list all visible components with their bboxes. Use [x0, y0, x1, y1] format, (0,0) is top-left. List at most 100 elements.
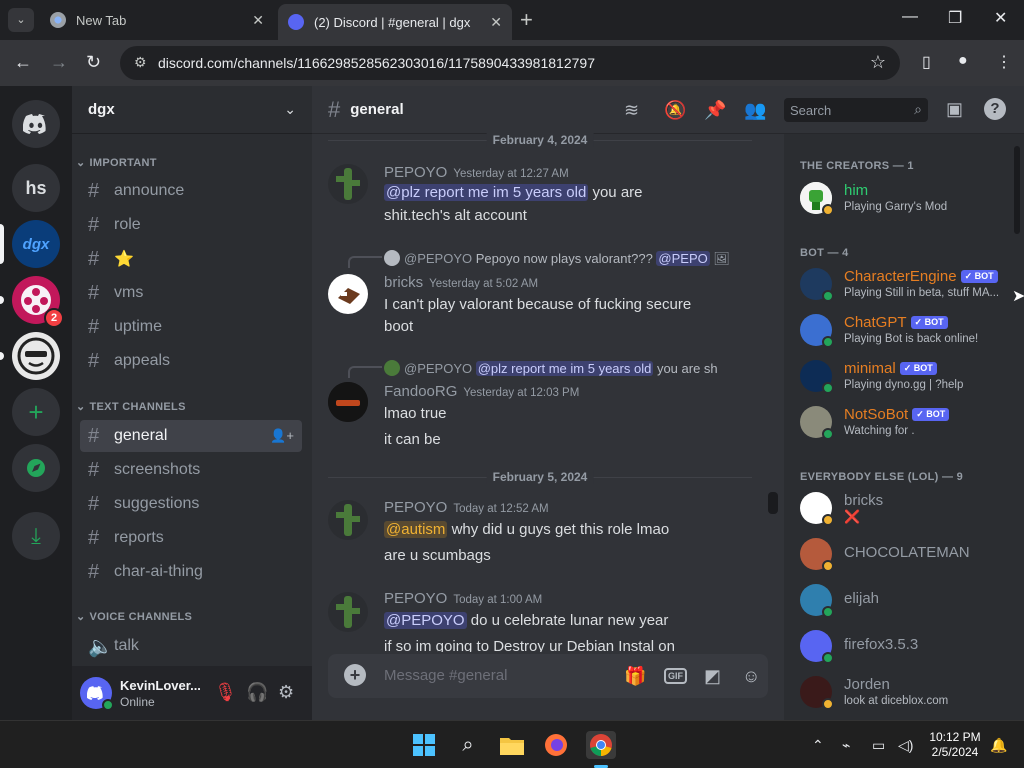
server-film[interactable]: 2: [12, 276, 64, 328]
file-explorer-icon[interactable]: [498, 731, 526, 759]
notification-bell-icon[interactable]: 🔔: [990, 737, 1007, 754]
member-list-icon[interactable]: 👥: [744, 100, 766, 121]
member-name[interactable]: minimal ✓ BOT: [844, 360, 937, 377]
member-name[interactable]: Jorden: [844, 676, 890, 693]
user-mention[interactable]: @plz report me im 5 years old: [384, 184, 589, 201]
avatar[interactable]: [328, 164, 368, 204]
message-author[interactable]: PEPOYO Today at 12:52 AM: [384, 499, 549, 516]
close-window-icon[interactable]: ✕: [994, 8, 1007, 28]
guild-header[interactable]: dgx ⌄: [72, 86, 312, 134]
member-name[interactable]: ChatGPT ✓ BOT: [844, 314, 948, 331]
category-important[interactable]: ⌄ IMPORTANT: [76, 156, 157, 169]
display-icon[interactable]: ▭: [872, 737, 885, 754]
settings-gear-icon[interactable]: ⚙: [278, 682, 294, 703]
tab-new-tab[interactable]: New Tab ✕: [40, 4, 274, 36]
start-button[interactable]: [410, 731, 438, 759]
message-author[interactable]: PEPOYO Yesterday at 12:27 AM: [384, 164, 569, 181]
system-clock[interactable]: 10:12 PM 2/5/2024: [924, 730, 986, 760]
emoji-icon[interactable]: ☺: [742, 666, 760, 687]
channel-talk[interactable]: 🔈 talk: [80, 630, 302, 662]
message-input[interactable]: Message #general: [384, 667, 507, 684]
create-invite-icon[interactable]: 👤+: [270, 428, 294, 444]
chrome-taskbar-icon[interactable]: [586, 731, 616, 759]
chat-scrollbar[interactable]: [768, 492, 778, 514]
channel-role[interactable]: # role: [80, 209, 302, 241]
message-author[interactable]: PEPOYO Today at 1:00 AM: [384, 590, 542, 607]
url-text[interactable]: discord.com/channels/1166298528562303016…: [158, 55, 595, 71]
server-face[interactable]: [12, 332, 60, 380]
avatar[interactable]: [328, 382, 368, 422]
upload-plus-icon[interactable]: +: [344, 664, 366, 686]
firefox-icon[interactable]: [542, 731, 570, 759]
channel-vms[interactable]: # vms: [80, 277, 302, 309]
member-name[interactable]: bricks: [844, 492, 883, 509]
reply-preview[interactable]: @PEPOYO @plz report me im 5 years old yo…: [384, 360, 718, 376]
volume-icon[interactable]: ◁): [898, 737, 913, 754]
reply-preview[interactable]: @PEPOYO Pepoyo now plays valorant??? @PE…: [384, 250, 730, 267]
sticker-icon[interactable]: ◩: [704, 666, 721, 687]
tab-search-button[interactable]: ⌄: [8, 8, 34, 32]
address-bar[interactable]: ⚙ discord.com/channels/11662985285623030…: [120, 46, 900, 80]
member-name[interactable]: firefox3.5.3: [844, 636, 918, 653]
channel-star[interactable]: # ⭐: [80, 243, 302, 275]
help-icon[interactable]: ?: [984, 98, 1006, 120]
search-bar[interactable]: Search ⌕: [784, 98, 928, 122]
headphones-icon[interactable]: 🎧: [246, 682, 268, 703]
channel-general[interactable]: # general 👤+: [80, 420, 302, 452]
search-icon[interactable]: ⌕: [454, 731, 482, 759]
notification-bell-muted-icon[interactable]: 🔕: [664, 100, 686, 121]
username[interactable]: KevinLover...: [120, 678, 201, 693]
server-hs[interactable]: hs: [12, 164, 60, 212]
gift-icon[interactable]: 🎁: [624, 666, 646, 687]
chrome-menu-icon[interactable]: ⋮: [996, 52, 1012, 72]
add-server-button[interactable]: +: [12, 388, 60, 436]
avatar[interactable]: [328, 592, 368, 632]
member-name[interactable]: elijah: [844, 590, 879, 607]
channel-uptime[interactable]: # uptime: [80, 311, 302, 343]
channel-suggestions[interactable]: # suggestions: [80, 488, 302, 520]
channel-char-ai-thing[interactable]: # char-ai-thing: [80, 556, 302, 588]
search-input[interactable]: Search: [790, 103, 831, 118]
site-info-icon[interactable]: ⚙: [134, 54, 147, 71]
server-dgx[interactable]: dgx: [12, 220, 60, 268]
profile-icon[interactable]: ●: [958, 52, 968, 70]
threads-icon[interactable]: ≋: [624, 100, 639, 121]
avatar[interactable]: [328, 274, 368, 314]
role-mention[interactable]: @autism: [384, 521, 448, 538]
member-name[interactable]: CHOCOLATEMAN: [844, 544, 970, 561]
forward-arrow-icon[interactable]: →: [50, 52, 68, 73]
explore-button[interactable]: [12, 444, 60, 492]
tab-close-icon[interactable]: ✕: [252, 12, 264, 29]
channel-announce[interactable]: # announce: [80, 175, 302, 207]
new-tab-button[interactable]: +: [520, 8, 533, 32]
message-author[interactable]: FandooRG Yesterday at 12:03 PM: [384, 383, 579, 400]
download-apps-button[interactable]: ⤓: [12, 512, 60, 560]
home-button[interactable]: [12, 100, 60, 148]
reload-icon[interactable]: ↻: [86, 52, 101, 73]
member-name[interactable]: him: [844, 182, 868, 199]
tab-discord[interactable]: (2) Discord | #general | dgx ✕: [278, 4, 512, 40]
tab-close-icon[interactable]: ✕: [490, 14, 502, 31]
channel-reports[interactable]: # reports: [80, 522, 302, 554]
gif-icon[interactable]: GIF: [664, 668, 687, 684]
bookmark-star-icon[interactable]: ☆: [870, 52, 886, 73]
restore-icon[interactable]: ❐: [948, 8, 962, 28]
mic-muted-icon[interactable]: 🎙: [214, 682, 237, 703]
network-icon[interactable]: ⌁: [842, 737, 850, 754]
category-voice-channels[interactable]: ⌄ VOICE CHANNELS: [76, 610, 192, 623]
message-author[interactable]: bricks Yesterday at 5:02 AM: [384, 274, 538, 291]
channel-screenshots[interactable]: # screenshots: [80, 454, 302, 486]
avatar[interactable]: [328, 500, 368, 540]
member-name[interactable]: NotSoBot ✓ BOT: [844, 406, 950, 423]
minimize-icon[interactable]: —: [902, 8, 918, 26]
member-scrollbar[interactable]: [1014, 146, 1020, 234]
channel-appeals[interactable]: # appeals: [80, 345, 302, 377]
side-panel-icon[interactable]: ▯: [922, 52, 931, 72]
member-name[interactable]: CharacterEngine ✓ BOT: [844, 268, 998, 285]
tray-overflow-chevron-icon[interactable]: ⌃: [812, 737, 824, 754]
user-mention[interactable]: @PEPOYO: [384, 612, 467, 629]
category-text-channels[interactable]: ⌄ TEXT CHANNELS: [76, 400, 186, 413]
inbox-icon[interactable]: ▣: [946, 99, 963, 120]
pinned-messages-icon[interactable]: 📌: [704, 100, 726, 121]
back-arrow-icon[interactable]: ←: [14, 52, 32, 73]
